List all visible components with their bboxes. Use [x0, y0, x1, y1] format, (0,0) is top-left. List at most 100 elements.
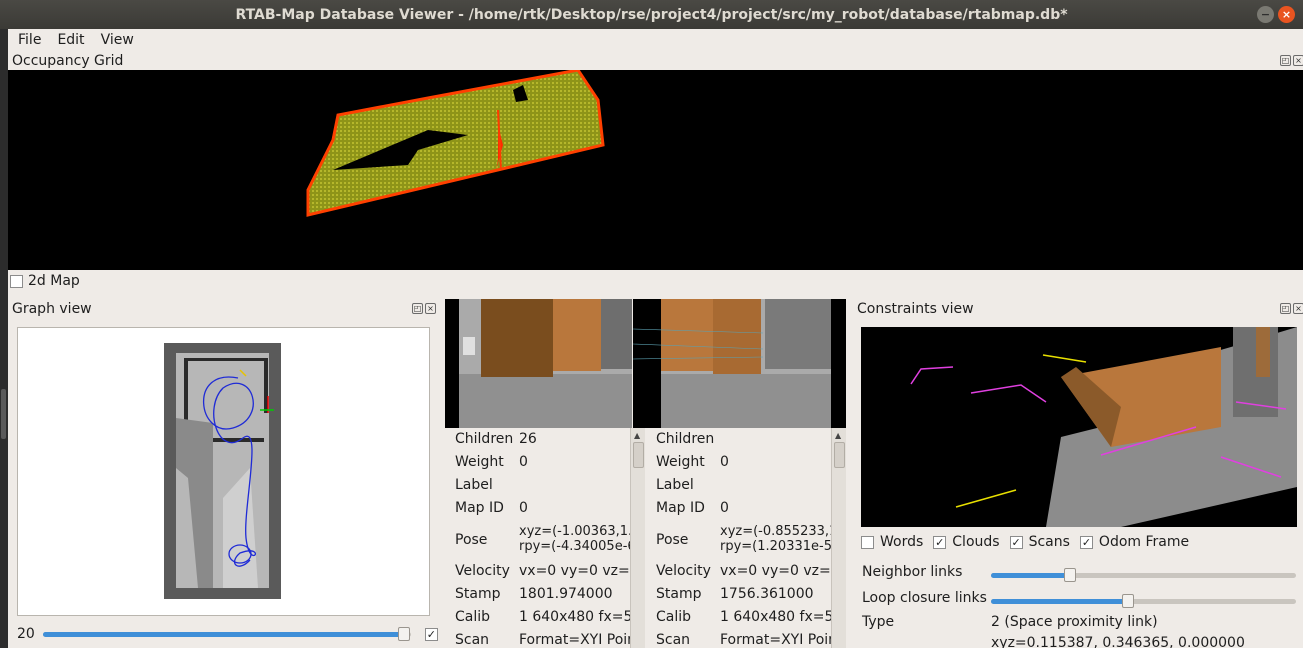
window-title: RTAB-Map Database Viewer - /home/rtk/Des…	[235, 6, 1068, 23]
loop-slider-fill	[991, 599, 1128, 604]
option-scans[interactable]: ✓ Scans	[1009, 534, 1070, 550]
scroll-up-icon[interactable]: ▲	[835, 431, 841, 440]
graph-checkbox[interactable]: ✓	[424, 627, 438, 641]
right-camera-image[interactable]	[633, 299, 846, 428]
prop-key-children: Children	[455, 431, 514, 447]
loop-slider-row	[991, 594, 1296, 608]
left-properties-scrollbar[interactable]: ▲	[630, 428, 645, 648]
prop-key-scan: Scan	[656, 632, 691, 648]
prop-scan: Format=XYI Poin	[720, 632, 832, 648]
float-icon[interactable]: ◰	[1280, 303, 1291, 314]
map2d-label: 2d Map	[28, 273, 80, 289]
prop-velocity: vx=0 vy=0 vz=0 v	[519, 563, 632, 579]
prop-map-id: 0	[720, 500, 729, 516]
left-node-properties: Children 26 Weight 0 Label Map ID 0 Pose xy…	[445, 428, 632, 648]
prop-key-children: Children	[656, 431, 715, 447]
occupancy-dock-title: Occupancy Grid	[12, 53, 124, 69]
occupancy-map-render	[306, 70, 605, 217]
left-camera-image[interactable]	[445, 299, 632, 428]
option-odom-frame[interactable]: ✓ Odom Frame	[1079, 534, 1189, 550]
option-words[interactable]: Words	[861, 534, 923, 550]
right-properties-scrollbar[interactable]: ▲	[831, 428, 846, 648]
constraints-3d-view[interactable]	[861, 327, 1297, 527]
neighbor-slider-fill	[991, 573, 1070, 578]
prop-key-weight: Weight	[455, 454, 504, 470]
window-titlebar[interactable]: RTAB-Map Database Viewer - /home/rtk/Des…	[0, 0, 1303, 29]
prop-key-velocity: Velocity	[455, 563, 510, 579]
float-icon[interactable]: ◰	[412, 303, 423, 314]
odom-frame-checkbox[interactable]: ✓	[1079, 535, 1093, 549]
prop-pose-xyz: xyz=(-1.00363,1.	[519, 524, 632, 539]
loop-closure-slider[interactable]	[991, 594, 1296, 608]
graph-slider-row: 20 ✓	[17, 626, 438, 642]
prop-key-calib: Calib	[656, 609, 692, 625]
graph-view-canvas[interactable]	[17, 327, 430, 616]
transform-xyz: xyz=0.115387, 0.346365, 0.000000	[991, 636, 1245, 648]
prop-weight: 0	[519, 454, 528, 470]
right-camera-render	[633, 299, 846, 428]
prop-map-id: 0	[519, 500, 528, 516]
loop-closure-label: Loop closure links	[862, 590, 987, 606]
scans-label: Scans	[1028, 534, 1070, 550]
occupancy-dock-buttons: ◰ ×	[1280, 55, 1303, 66]
graph-dock-buttons: ◰ ×	[412, 303, 436, 314]
constraints-render	[910, 327, 1297, 527]
loop-slider-handle[interactable]	[1122, 594, 1134, 608]
prop-key-pose: Pose	[455, 532, 488, 548]
graph-dock-title: Graph view	[12, 301, 92, 317]
right-node-properties: Children Weight 0 Label Map ID 0 Pose xyz=…	[646, 428, 832, 648]
prop-pose-xyz: xyz=(-0.855233,1	[720, 524, 832, 539]
prop-key-calib: Calib	[455, 609, 491, 625]
constraints-options: Words ✓ Clouds ✓ Scans ✓ Odom Frame	[861, 534, 1199, 550]
launcher-handle[interactable]	[1, 389, 6, 439]
prop-key-stamp: Stamp	[656, 586, 702, 602]
minimize-icon[interactable]: −	[1257, 6, 1274, 23]
prop-key-pose: Pose	[656, 532, 689, 548]
graph-slider-handle[interactable]	[397, 626, 410, 641]
map2d-checkbox[interactable]	[10, 274, 23, 288]
desktop-edge	[0, 29, 8, 648]
neighbor-slider[interactable]	[991, 568, 1296, 582]
prop-stamp: 1801.974000	[519, 586, 613, 602]
prop-key-label: Label	[455, 477, 493, 493]
type-value: 2 (Space proximity link)	[991, 614, 1158, 630]
neighbor-slider-handle[interactable]	[1064, 568, 1076, 582]
constraints-dock-title: Constraints view	[857, 301, 974, 317]
scroll-up-icon[interactable]: ▲	[634, 431, 640, 440]
occupancy-grid-view[interactable]	[8, 70, 1303, 270]
prop-key-stamp: Stamp	[455, 586, 501, 602]
prop-children: 26	[519, 431, 537, 447]
prop-calib: 1 640x480 fx=55	[720, 609, 832, 625]
prop-calib: 1 640x480 fx=55	[519, 609, 632, 625]
graph-slider-fill	[42, 631, 404, 637]
prop-key-map-id: Map ID	[656, 500, 705, 516]
menu-view[interactable]: View	[95, 32, 144, 48]
map2d-toggle[interactable]: 2d Map	[10, 273, 80, 289]
option-clouds[interactable]: ✓ Clouds	[933, 534, 1000, 550]
graph-slider[interactable]	[42, 626, 411, 641]
scans-checkbox[interactable]: ✓	[1009, 535, 1023, 549]
close-icon[interactable]: ×	[1293, 55, 1303, 66]
main-window: File Edit View Occupancy Grid ◰ × 2d Map …	[8, 29, 1303, 648]
scroll-thumb[interactable]	[834, 442, 845, 468]
menu-file[interactable]: File	[8, 32, 51, 48]
clouds-label: Clouds	[952, 534, 1000, 550]
words-checkbox[interactable]	[861, 535, 874, 549]
close-icon[interactable]: ×	[1293, 303, 1303, 314]
prop-pose-rpy: rpy=(1.20331e-5,	[720, 539, 832, 554]
type-label: Type	[862, 614, 895, 630]
left-camera-render	[445, 299, 632, 428]
scroll-thumb[interactable]	[633, 442, 644, 468]
prop-key-weight: Weight	[656, 454, 705, 470]
constraints-dock-buttons: ◰ ×	[1280, 303, 1303, 314]
close-icon[interactable]: ×	[425, 303, 436, 314]
close-icon[interactable]: ×	[1278, 6, 1295, 23]
clouds-checkbox[interactable]: ✓	[933, 535, 947, 549]
graph-slider-value: 20	[17, 626, 35, 642]
float-icon[interactable]: ◰	[1280, 55, 1291, 66]
prop-velocity: vx=0 vy=0 vz=0 v	[720, 563, 832, 579]
words-label: Words	[880, 534, 924, 550]
prop-key-scan: Scan	[455, 632, 490, 648]
menu-edit[interactable]: Edit	[51, 32, 94, 48]
prop-key-label: Label	[656, 477, 694, 493]
